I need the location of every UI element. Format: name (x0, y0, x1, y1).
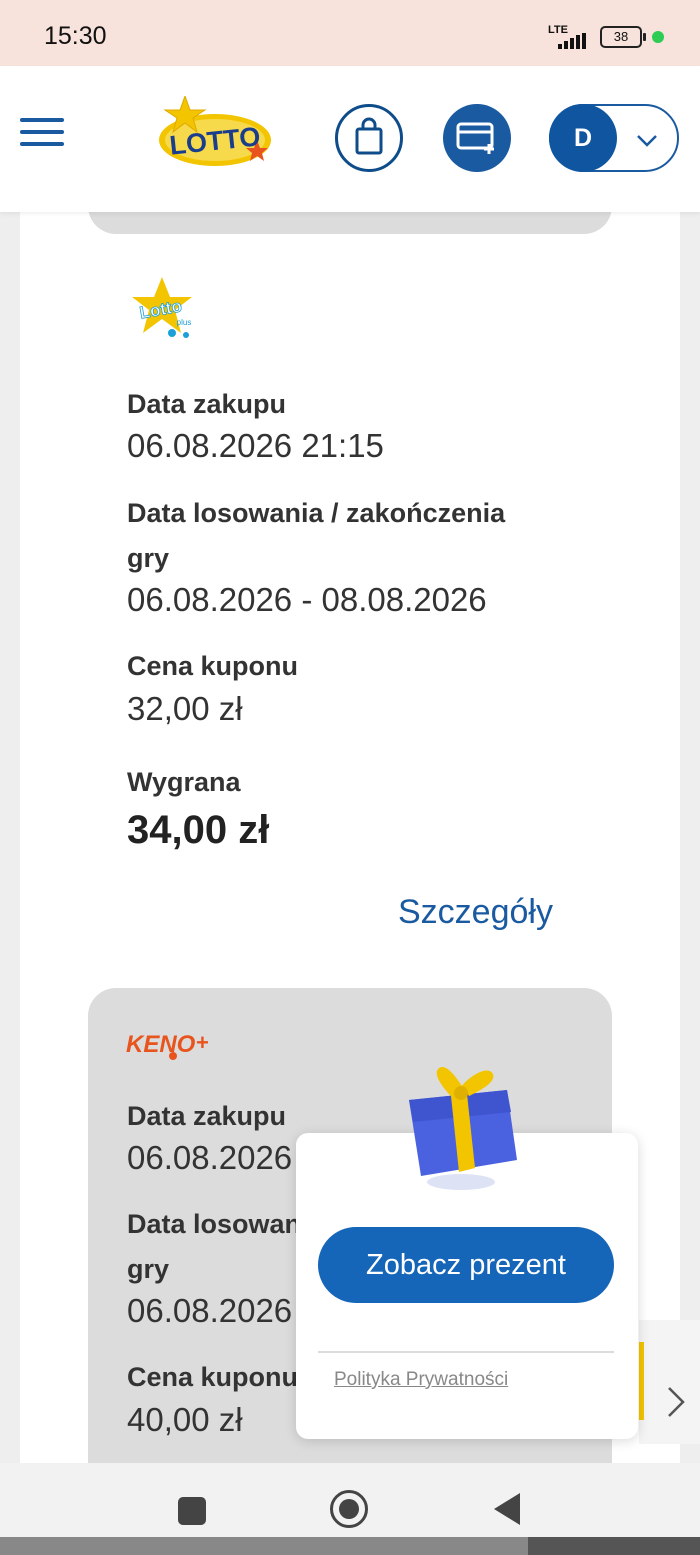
purchase-date-value: 06.08.2026 21:15 (127, 427, 384, 464)
purchase-date-label: Data zakupu (127, 1101, 287, 1131)
user-menu[interactable]: D (549, 104, 679, 172)
keno-logo: KENO + (126, 1024, 226, 1069)
lotto-logo[interactable]: LOTTO (155, 94, 275, 177)
shopping-bag-icon (355, 117, 383, 155)
menu-icon[interactable] (20, 118, 64, 150)
price-value: 32,00 zł (127, 690, 243, 727)
app-header: LOTTO D (0, 66, 700, 212)
side-tab-accent (639, 1342, 644, 1420)
add-funds-button[interactable] (443, 104, 511, 172)
win-amount: 34,00 zł (127, 808, 270, 852)
status-icons: LTE 38 (546, 22, 664, 52)
lotto-plus-logo: Lotto plus (128, 275, 202, 350)
gift-icon[interactable] (401, 1060, 527, 1199)
status-bar: 15:30 LTE 38 (0, 0, 700, 66)
privacy-policy-link[interactable]: Polityka Prywatności (334, 1369, 508, 1391)
card-plus-icon (456, 122, 494, 154)
back-button[interactable] (494, 1493, 520, 1525)
purchase-date-value: 06.08.2026 (127, 1139, 293, 1176)
battery-icon: 38 (600, 26, 646, 48)
avatar: D (549, 104, 617, 172)
side-tab[interactable] (639, 1320, 700, 1444)
price-label: Cena kuponu (127, 651, 299, 681)
details-link[interactable]: Szczegóły (398, 893, 553, 932)
draw-date-label: Data losowania / zakończenia (127, 498, 506, 528)
draw-date-value: 06.08.2026 (127, 1292, 293, 1329)
draw-date-label-continued: gry (127, 543, 170, 573)
popup-divider (318, 1351, 614, 1353)
svg-text:plus: plus (177, 318, 192, 327)
recent-apps-button[interactable] (178, 1497, 206, 1525)
system-nav-bar (0, 1463, 700, 1555)
home-button[interactable] (330, 1490, 368, 1528)
purchase-date-label: Data zakupu (127, 389, 287, 419)
cart-button[interactable] (335, 104, 403, 172)
signal-icon: LTE (546, 25, 590, 49)
price-value: 40,00 zł (127, 1401, 243, 1438)
svg-text:+: + (196, 1030, 209, 1055)
chevron-right-icon (668, 1387, 685, 1417)
status-time: 15:30 (44, 22, 107, 50)
chevron-down-icon (637, 135, 657, 147)
gesture-strip-highlight (0, 1537, 528, 1555)
draw-date-label-continued: gry (127, 1254, 170, 1284)
svg-text:KENO: KENO (126, 1031, 196, 1058)
draw-date-label: Data losowan (127, 1209, 302, 1239)
win-label: Wygrana (127, 767, 241, 797)
see-gift-button[interactable]: Zobacz prezent (318, 1227, 614, 1303)
price-label: Cena kuponu (127, 1362, 299, 1392)
draw-date-value: 06.08.2026 - 08.08.2026 (127, 581, 487, 618)
privacy-indicator-icon (652, 31, 664, 43)
